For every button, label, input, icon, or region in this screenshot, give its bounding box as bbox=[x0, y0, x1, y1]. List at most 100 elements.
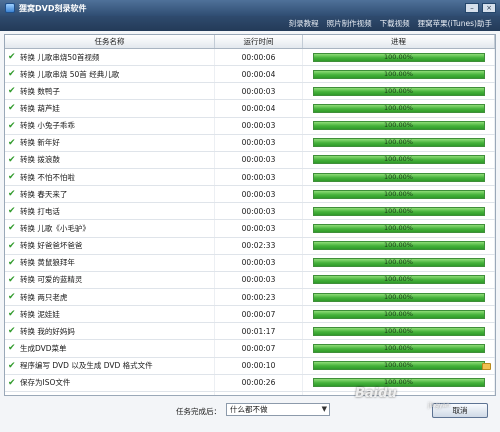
progress-cell: 100.00% bbox=[303, 237, 495, 254]
table-row[interactable]: ✔ 转换 葫芦娃 00:00:04 100.00% bbox=[5, 100, 495, 118]
task-name-cell: ✔ 生成DVD菜单 bbox=[5, 340, 215, 357]
menu-item-photo-video[interactable]: 照片制作视频 bbox=[327, 18, 372, 29]
progress-text: 100.00% bbox=[384, 378, 413, 387]
menu-bar: 刻录教程 照片制作视频 下载视频 狸窝苹果(iTunes)助手 bbox=[0, 16, 500, 31]
bottom-bar: 任务完成后： 什么都不做 ▼ 取消 bbox=[0, 398, 500, 432]
run-time: 00:00:03 bbox=[215, 117, 303, 134]
progress-bar: 100.00% bbox=[312, 292, 485, 302]
table-row[interactable]: ✔ 转换 小兔子乖乖 00:00:03 100.00% bbox=[5, 117, 495, 135]
task-name: 程序编写 DVD 以及生成 DVD 格式文件 bbox=[20, 361, 153, 371]
table-row[interactable]: ✔ 转换 儿歌《小毛驴》 00:00:03 100.00% bbox=[5, 220, 495, 238]
task-name-cell: ✔ 转换 儿歌串烧 50首 经典儿歌 bbox=[5, 66, 215, 83]
table-row[interactable]: ✔ 转换 拨浪鼓 00:00:03 100.00% bbox=[5, 151, 495, 169]
after-complete-select[interactable]: 什么都不做 ▼ bbox=[226, 403, 330, 416]
task-name: 转换 数鸭子 bbox=[20, 86, 60, 96]
table-row[interactable]: ✔ 转换 我的好妈妈 00:01:17 100.00% bbox=[5, 323, 495, 341]
menu-item-download-video[interactable]: 下载视频 bbox=[380, 18, 410, 29]
menu-item-burn-tutorial[interactable]: 刻录教程 bbox=[289, 18, 319, 29]
progress-cell: 100.00% bbox=[303, 100, 495, 117]
progress-text: 100.00% bbox=[384, 361, 413, 370]
task-name: 转换 我的好妈妈 bbox=[20, 326, 75, 336]
window-title: 狸窝DVD刻录软件 bbox=[19, 3, 87, 13]
table-row[interactable]: ✔ 转换 黄鼠狼拜年 00:00:03 100.00% bbox=[5, 254, 495, 272]
chevron-down-icon[interactable]: ▼ bbox=[322, 404, 327, 415]
run-time: 00:00:03 bbox=[215, 220, 303, 237]
progress-bar: 100.00% bbox=[312, 361, 485, 371]
task-name-cell: ✔刻录到光盘 bbox=[5, 391, 215, 395]
progress-bar: 100.00% bbox=[312, 103, 485, 113]
run-time: 00:00:07 bbox=[215, 340, 303, 357]
app-logo-icon bbox=[5, 3, 15, 13]
progress-text: 100.00% bbox=[384, 309, 413, 318]
column-header-progress[interactable]: 进程 bbox=[303, 35, 495, 48]
close-icon[interactable]: × bbox=[482, 3, 496, 13]
app-window: 狸窝DVD刻录软件 – × 刻录教程 照片制作视频 下载视频 狸窝苹果(iTun… bbox=[0, 0, 500, 432]
run-time: 00:00:06 bbox=[215, 49, 303, 66]
table-row[interactable]: ✔ 保存为ISO文件 00:00:26 100.00% bbox=[5, 374, 495, 392]
folder-icon[interactable] bbox=[482, 362, 491, 370]
check-icon: ✔ bbox=[8, 240, 16, 251]
table-row[interactable]: ✔ 转换 可爱的蓝精灵 00:00:03 100.00% bbox=[5, 271, 495, 289]
progress-text: 100.00% bbox=[384, 138, 413, 147]
check-icon: ✔ bbox=[8, 154, 16, 165]
progress-text: 100.00% bbox=[384, 52, 413, 61]
table-row[interactable]: ✔ 转换 泥娃娃 00:00:07 100.00% bbox=[5, 306, 495, 324]
run-time: 00:00:04 bbox=[215, 66, 303, 83]
progress-cell: 100.00% bbox=[303, 186, 495, 203]
table-row[interactable]: ✔ 转换 打电话 00:00:03 100.00% bbox=[5, 203, 495, 221]
task-name: 转换 泥娃娃 bbox=[20, 309, 60, 319]
menu-item-itunes-helper[interactable]: 狸窝苹果(iTunes)助手 bbox=[418, 18, 492, 29]
progress-cell: 100.00% bbox=[303, 391, 495, 395]
progress-text: 100.00% bbox=[384, 326, 413, 335]
task-name-cell: ✔ 转换 小兔子乖乖 bbox=[5, 117, 215, 134]
table-row[interactable]: ✔ 程序编写 DVD 以及生成 DVD 格式文件 00:00:10 100.00% bbox=[5, 357, 495, 375]
table-row[interactable]: ✔ 转换 新年好 00:00:03 100.00% bbox=[5, 134, 495, 152]
progress-text: 100.00% bbox=[384, 189, 413, 198]
check-icon: ✔ bbox=[8, 257, 16, 268]
table-row[interactable]: ✔ 转换 春天来了 00:00:03 100.00% bbox=[5, 186, 495, 204]
check-icon: ✔ bbox=[8, 172, 16, 183]
table-row[interactable]: ✔ 转换 好爸爸坏爸爸 00:02:33 100.00% bbox=[5, 237, 495, 255]
progress-cell: 100.00% bbox=[303, 151, 495, 168]
progress-text: 100.00% bbox=[384, 258, 413, 267]
table-row[interactable]: ✔ 转换 儿歌串烧 50首 经典儿歌 00:00:04 100.00% bbox=[5, 66, 495, 84]
run-time: 00:00:03 bbox=[215, 168, 303, 186]
task-name-cell: ✔ 转换 不怕不怕啦 bbox=[5, 168, 215, 186]
run-time: 00:02:33 bbox=[215, 237, 303, 254]
progress-bar: 100.00% bbox=[312, 275, 485, 285]
task-name: 转换 儿歌串烧 50首 经典儿歌 bbox=[20, 69, 120, 79]
task-name: 转换 两只老虎 bbox=[20, 292, 68, 302]
progress-cell: 100.00% bbox=[303, 49, 495, 66]
task-name: 转换 儿歌串烧50首视频 bbox=[20, 52, 100, 62]
progress-text: 100.00% bbox=[384, 155, 413, 164]
table-row[interactable]: ✔ 转换 不怕不怕啦 00:00:03 100.00% bbox=[5, 168, 495, 187]
progress-text: 100.00% bbox=[384, 223, 413, 232]
column-header-run-time[interactable]: 运行时间 bbox=[215, 35, 303, 48]
progress-bar: 100.00% bbox=[312, 52, 485, 62]
table-row[interactable]: ✔刻录到光盘00:02:24100.00% bbox=[5, 391, 495, 395]
progress-bar: 100.00% bbox=[312, 155, 485, 165]
task-name: 转换 葫芦娃 bbox=[20, 103, 60, 113]
task-name-cell: ✔ 转换 葫芦娃 bbox=[5, 100, 215, 117]
run-time: 00:02:24 bbox=[215, 391, 303, 395]
progress-bar: 100.00% bbox=[312, 86, 485, 96]
progress-cell: 100.00% bbox=[303, 340, 495, 357]
task-name: 转换 春天来了 bbox=[20, 189, 68, 199]
table-body: ✔ 转换 儿歌串烧50首视频 00:00:06 100.00% ✔ 转换 儿歌串烧 50首… bbox=[5, 49, 495, 395]
task-name: 转换 好爸爸坏爸爸 bbox=[20, 241, 83, 251]
column-header-task-name[interactable]: 任务名称 bbox=[5, 35, 215, 48]
progress-cell: 100.00% bbox=[303, 66, 495, 83]
task-name: 转换 黄鼠狼拜年 bbox=[20, 258, 75, 268]
task-name-cell: ✔ 转换 好爸爸坏爸爸 bbox=[5, 237, 215, 254]
progress-text: 100.00% bbox=[384, 275, 413, 284]
table-row[interactable]: ✔ 生成DVD菜单 00:00:07 100.00% bbox=[5, 340, 495, 358]
run-time: 00:00:03 bbox=[215, 83, 303, 100]
task-name: 转换 拨浪鼓 bbox=[20, 155, 60, 165]
table-row[interactable]: ✔ 转换 儿歌串烧50首视频 00:00:06 100.00% bbox=[5, 49, 495, 67]
check-icon: ✔ bbox=[8, 137, 16, 148]
run-time: 00:00:03 bbox=[215, 151, 303, 168]
table-row[interactable]: ✔ 转换 数鸭子 00:00:03 100.00% bbox=[5, 83, 495, 101]
table-row[interactable]: ✔ 转换 两只老虎 00:00:23 100.00% bbox=[5, 288, 495, 307]
progress-cell: 100.00% bbox=[303, 83, 495, 100]
minimize-icon[interactable]: – bbox=[465, 3, 479, 13]
